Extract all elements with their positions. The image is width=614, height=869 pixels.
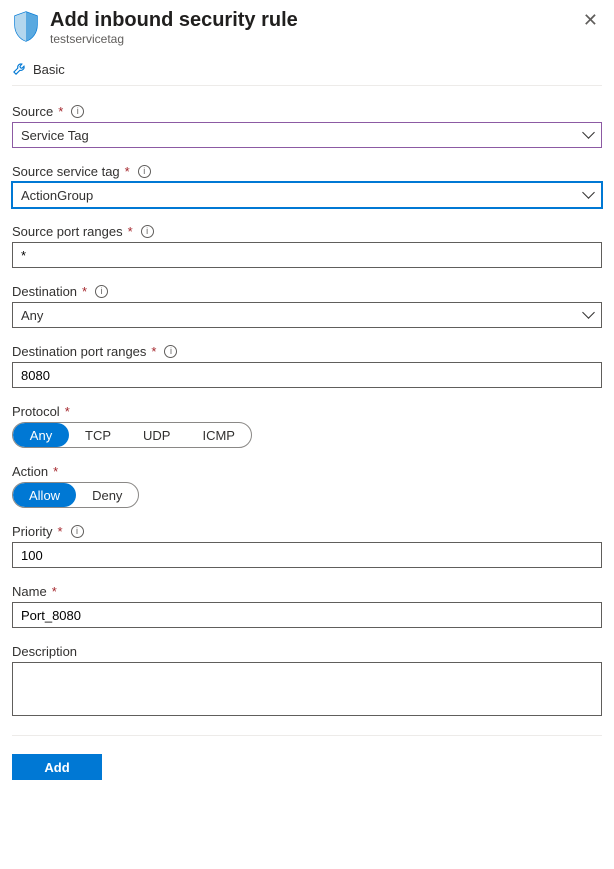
description-input[interactable] bbox=[12, 662, 602, 716]
segment-option-allow[interactable]: Allow bbox=[13, 483, 76, 507]
info-icon[interactable]: i bbox=[71, 525, 84, 538]
destination-value: Any bbox=[21, 308, 43, 323]
page-title: Add inbound security rule bbox=[50, 8, 569, 32]
info-icon[interactable]: i bbox=[71, 105, 84, 118]
required-indicator: * bbox=[65, 404, 70, 419]
basic-link[interactable]: Basic bbox=[33, 62, 65, 77]
required-indicator: * bbox=[53, 464, 58, 479]
add-button[interactable]: Add bbox=[12, 754, 102, 780]
shield-icon bbox=[12, 10, 40, 42]
protocol-segmented: AnyTCPUDPICMP bbox=[12, 422, 252, 448]
description-label: Description bbox=[12, 644, 77, 659]
chevron-down-icon bbox=[583, 190, 593, 200]
source-port-ranges-label: Source port ranges bbox=[12, 224, 123, 239]
source-service-tag-select[interactable]: ActionGroup bbox=[12, 182, 602, 208]
required-indicator: * bbox=[128, 224, 133, 239]
destination-label: Destination bbox=[12, 284, 77, 299]
segment-option-tcp[interactable]: TCP bbox=[69, 423, 127, 447]
segment-option-udp[interactable]: UDP bbox=[127, 423, 186, 447]
segment-option-any[interactable]: Any bbox=[13, 423, 69, 447]
required-indicator: * bbox=[57, 524, 62, 539]
destination-select[interactable]: Any bbox=[12, 302, 602, 328]
close-button[interactable]: ✕ bbox=[579, 8, 602, 33]
chevron-down-icon bbox=[583, 310, 593, 320]
protocol-label: Protocol bbox=[12, 404, 60, 419]
required-indicator: * bbox=[151, 344, 156, 359]
name-label: Name bbox=[12, 584, 47, 599]
action-label: Action bbox=[12, 464, 48, 479]
required-indicator: * bbox=[125, 164, 130, 179]
name-input[interactable] bbox=[12, 602, 602, 628]
required-indicator: * bbox=[58, 104, 63, 119]
destination-port-ranges-label: Destination port ranges bbox=[12, 344, 146, 359]
required-indicator: * bbox=[82, 284, 87, 299]
required-indicator: * bbox=[52, 584, 57, 599]
segment-option-deny[interactable]: Deny bbox=[76, 483, 138, 507]
segment-option-icmp[interactable]: ICMP bbox=[186, 423, 251, 447]
action-segmented: AllowDeny bbox=[12, 482, 139, 508]
destination-port-ranges-input[interactable] bbox=[12, 362, 602, 388]
chevron-down-icon bbox=[583, 130, 593, 140]
priority-label: Priority bbox=[12, 524, 52, 539]
info-icon[interactable]: i bbox=[95, 285, 108, 298]
source-value: Service Tag bbox=[21, 128, 89, 143]
source-service-tag-value: ActionGroup bbox=[21, 188, 93, 203]
info-icon[interactable]: i bbox=[138, 165, 151, 178]
info-icon[interactable]: i bbox=[141, 225, 154, 238]
source-label: Source bbox=[12, 104, 53, 119]
wrench-icon bbox=[12, 62, 27, 77]
source-port-ranges-input[interactable] bbox=[12, 242, 602, 268]
info-icon[interactable]: i bbox=[164, 345, 177, 358]
source-select[interactable]: Service Tag bbox=[12, 122, 602, 148]
source-service-tag-label: Source service tag bbox=[12, 164, 120, 179]
resource-name: testservicetag bbox=[50, 32, 569, 46]
priority-input[interactable] bbox=[12, 542, 602, 568]
